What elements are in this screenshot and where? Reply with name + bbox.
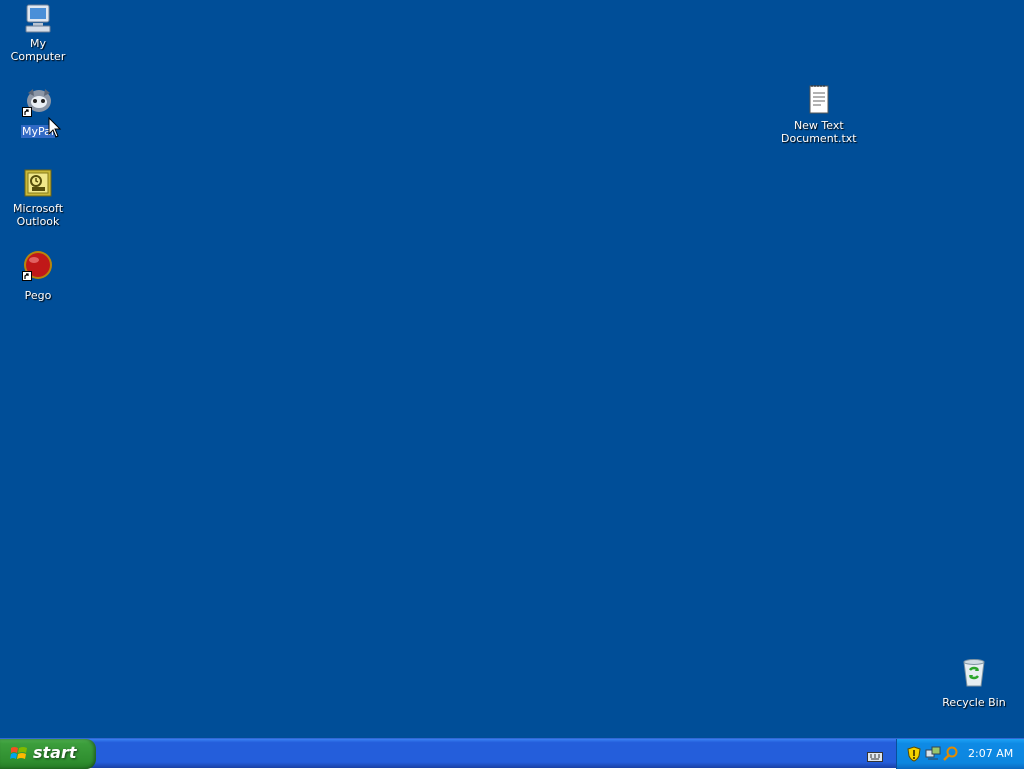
clock[interactable]: 2:07 AM <box>968 747 1013 760</box>
search-icon[interactable] <box>943 746 959 766</box>
recycle-bin-icon <box>958 656 990 688</box>
shortcut-arrow-icon <box>22 107 32 117</box>
text-document-icon <box>802 84 834 116</box>
taskbar: start 2:07 AM <box>0 738 1024 769</box>
security-shield-icon[interactable] <box>907 746 921 766</box>
shortcut-arrow-icon <box>22 271 32 281</box>
desktop-icon-recycle-bin[interactable]: Recycle Bin <box>936 656 1012 710</box>
computer-icon <box>22 2 54 34</box>
network-icon[interactable] <box>925 746 941 766</box>
desktop-icon-label: New Text Document.txt <box>781 119 857 145</box>
start-label: start <box>33 743 77 762</box>
keyboard-icon[interactable] <box>867 748 883 767</box>
desktop-icon-new-text-document[interactable]: New Text Document.txt <box>780 84 857 146</box>
mouse-cursor-icon <box>48 116 62 143</box>
desktop-icon-pego[interactable]: Pego <box>0 249 76 303</box>
desktop-icon-label: My Computer <box>10 37 66 63</box>
pego-icon <box>22 249 54 281</box>
desktop-icon-label: Recycle Bin <box>942 696 1006 709</box>
windows-logo-icon <box>10 746 28 766</box>
desktop-icon-microsoft-outlook[interactable]: Microsoft Outlook <box>0 167 76 229</box>
desktop-icon-my-computer[interactable]: My Computer <box>0 2 76 64</box>
desktop-icon-label: Pego <box>24 289 52 302</box>
outlook-icon <box>22 167 54 199</box>
mypal-browser-icon <box>22 85 54 117</box>
desktop-icon-label: Microsoft Outlook <box>12 202 64 228</box>
desktop-icon-mypal[interactable]: MyPal <box>0 85 76 139</box>
desktop[interactable]: My Computer MyPal Microsoft Outlook Pego… <box>0 0 1024 738</box>
system-tray: 2:07 AM <box>896 739 1024 769</box>
start-button[interactable]: start <box>0 739 96 769</box>
